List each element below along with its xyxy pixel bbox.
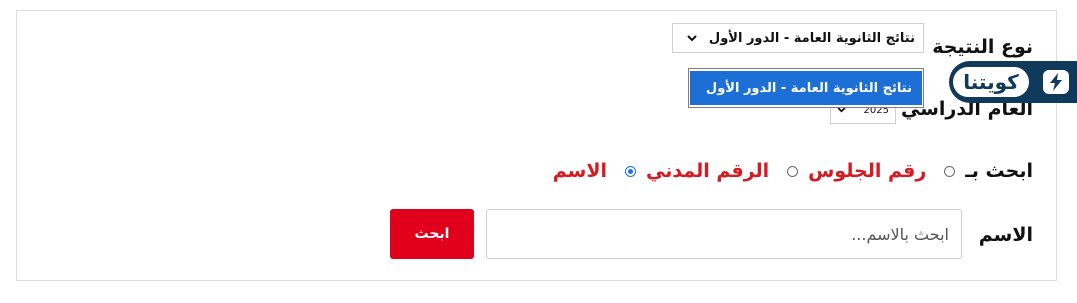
dropdown-option-selected[interactable]: نتائج الثانوية العامة - الدور الأول [690, 71, 922, 105]
radio-label-civil-id[interactable]: الرقم المدني [646, 160, 769, 182]
bolt-icon [1043, 70, 1069, 94]
name-label: الاسم [978, 224, 1033, 246]
radio-name[interactable] [625, 165, 637, 177]
radio-civil-id[interactable] [787, 165, 799, 177]
result-type-label: نوع النتيجة [932, 36, 1033, 58]
logo-text: كويتنا [953, 67, 1029, 97]
radio-seat-number[interactable] [944, 165, 956, 177]
chevron-down-icon [687, 32, 697, 45]
search-button[interactable]: ابحث [390, 209, 474, 259]
result-type-selected: نتائج الثانوية العامة - الدور الأول [708, 30, 915, 46]
kuwaitna-logo: كويتنا [949, 61, 1077, 103]
name-search-input[interactable] [486, 209, 962, 259]
result-type-select[interactable]: نتائج الثانوية العامة - الدور الأول [672, 23, 924, 53]
radio-label-seat-number[interactable]: رقم الجلوس [808, 160, 926, 182]
search-by-group: ابحث بـ رقم الجلوس الرقم المدني الاسم [553, 158, 1033, 184]
search-by-label: ابحث بـ [965, 160, 1033, 182]
result-type-dropdown-list: نتائج الثانوية العامة - الدور الأول [688, 68, 924, 108]
radio-label-name[interactable]: الاسم [553, 160, 607, 182]
